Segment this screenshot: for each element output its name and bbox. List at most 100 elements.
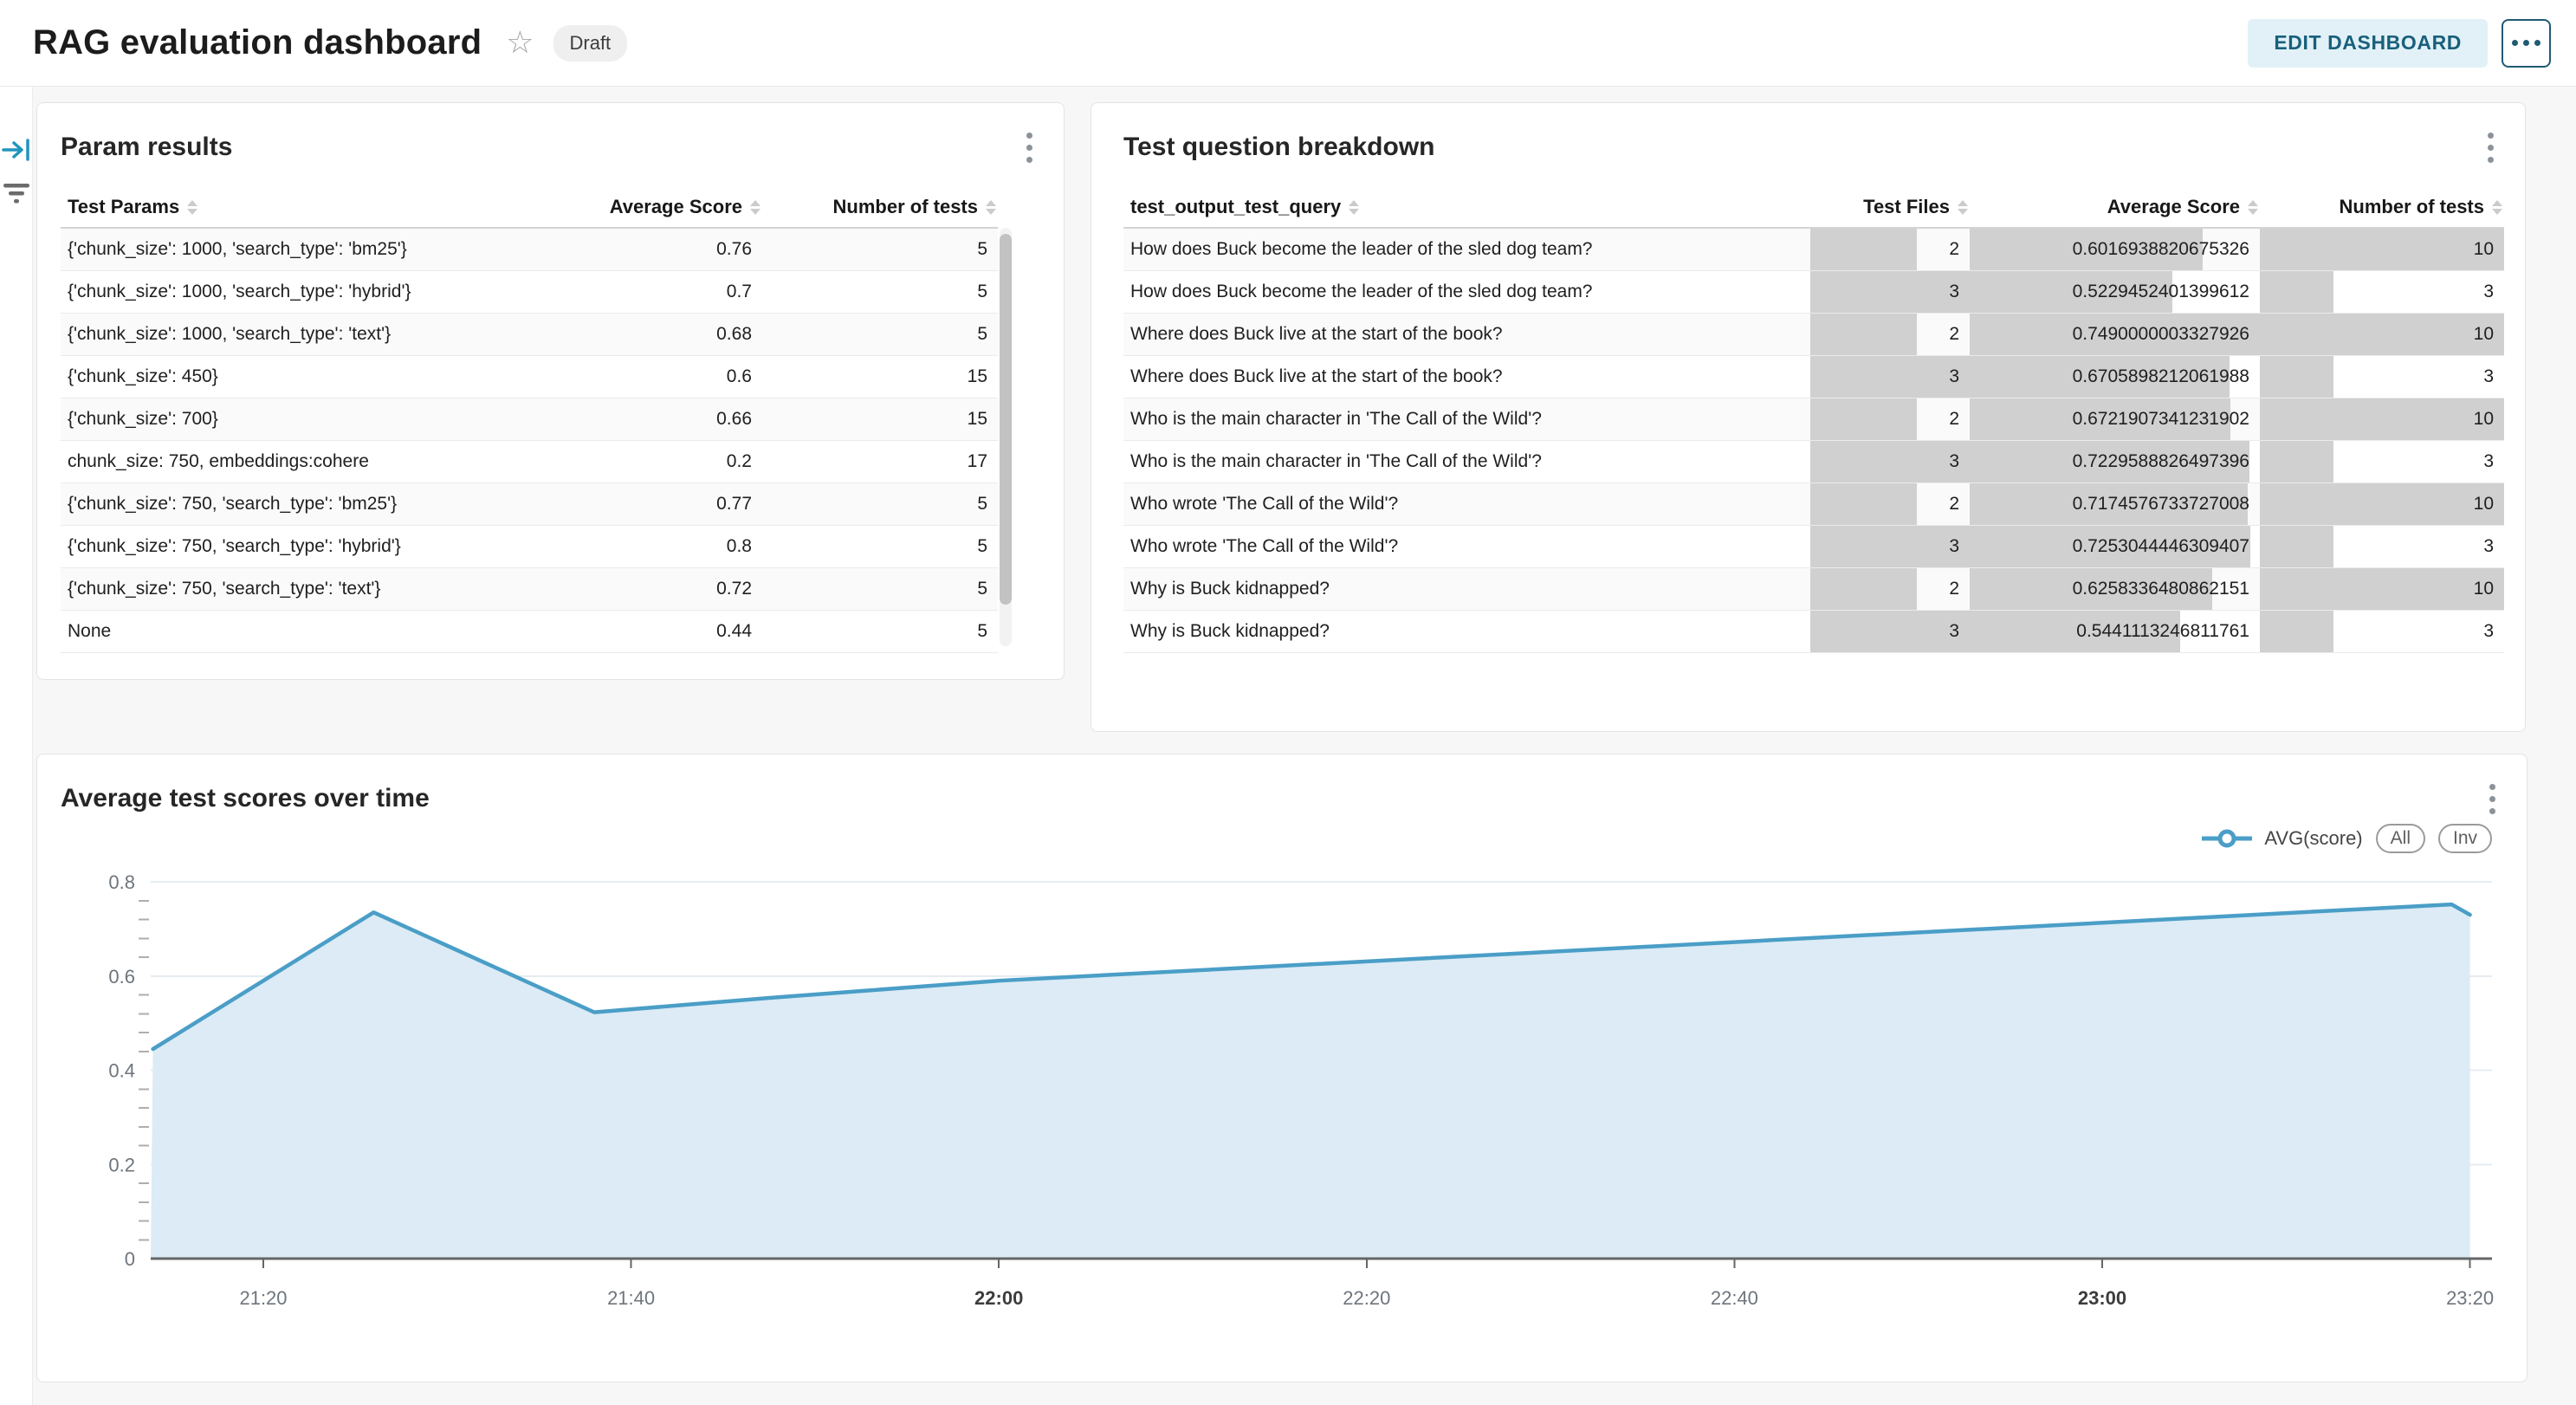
dot-icon [2534,40,2540,46]
query-cell: How does Buck become the leader of the s… [1123,228,1810,271]
param-cell: {'chunk_size': 750, 'search_type': 'hybr… [61,526,547,568]
num-tests-cell: 3 [2260,356,2504,398]
table-header-row: Test Params Average Score Number of test… [61,187,998,228]
num-tests-cell: 5 [762,271,998,314]
sort-icon [1958,200,1968,215]
avg-score-cell: 0.6016938820675326 [1970,228,2260,271]
edit-dashboard-button[interactable]: EDIT DASHBOARD [2248,19,2488,68]
col-header-average-score[interactable]: Average Score [547,187,762,228]
table-row: {'chunk_size': 1000, 'search_type': 'tex… [61,314,998,356]
avg-score-cell: 0.5441113246811761 [1970,611,2260,653]
col-header-number-of-tests[interactable]: Number of tests [2260,187,2504,228]
expand-filters-icon[interactable] [1,134,32,165]
timeseries-area-chart[interactable]: 00.20.40.60.821:2021:4022:0022:2022:4023… [37,754,2528,1383]
avg-score-cell: 0.7490000003327926 [1970,314,2260,356]
param-cell: {'chunk_size': 750, 'search_type': 'text… [61,568,547,611]
svg-text:0.2: 0.2 [108,1154,135,1175]
avg-score-cell: 0.72 [547,568,762,611]
svg-text:21:20: 21:20 [239,1287,287,1309]
test-files-cell: 3 [1810,356,1970,398]
param-cell: {'chunk_size': 450} [61,356,547,398]
table-row: Where does Buck live at the start of the… [1123,314,2504,356]
num-tests-cell: 10 [2260,483,2504,526]
test-files-cell: 2 [1810,314,1970,356]
num-tests-cell: 10 [2260,398,2504,441]
svg-text:21:40: 21:40 [607,1287,655,1309]
table-row: {'chunk_size': 1000, 'search_type': 'hyb… [61,271,998,314]
num-tests-cell: 15 [762,356,998,398]
table-row: None0.445 [61,611,998,653]
kebab-menu-icon[interactable] [1021,127,1038,168]
sort-icon [1349,200,1359,215]
num-tests-cell: 17 [762,441,998,483]
param-cell: chunk_size: 750, embeddings:cohere [61,441,547,483]
sort-icon [750,200,761,215]
scrollbar-track[interactable] [1000,228,1012,646]
num-tests-cell: 3 [2260,611,2504,653]
test-files-cell: 3 [1810,526,1970,568]
table-row: How does Buck become the leader of the s… [1123,228,2504,271]
query-cell: Who is the main character in 'The Call o… [1123,441,1810,483]
avg-score-cell: 0.7174576733727008 [1970,483,2260,526]
query-cell: Where does Buck live at the start of the… [1123,314,1810,356]
favorite-star-icon[interactable]: ☆ [506,28,534,59]
num-tests-cell: 5 [762,483,998,526]
avg-score-cell: 0.7 [547,271,762,314]
test-files-cell: 3 [1810,271,1970,314]
dot-icon [2523,40,2529,46]
col-header-test-params[interactable]: Test Params [61,187,547,228]
table-row: Why is Buck kidnapped?20.625833648086215… [1123,568,2504,611]
test-files-cell: 3 [1810,611,1970,653]
test-files-cell: 2 [1810,228,1970,271]
avg-score-cell: 0.7229588826497396 [1970,441,2260,483]
kebab-menu-icon[interactable] [2482,127,2499,168]
filter-list-icon[interactable] [1,178,32,209]
svg-text:0.4: 0.4 [108,1060,135,1082]
sort-icon [986,200,996,215]
table-row: Why is Buck kidnapped?30.544111324681176… [1123,611,2504,653]
num-tests-cell: 15 [762,398,998,441]
num-tests-cell: 3 [2260,441,2504,483]
param-cell: {'chunk_size': 1000, 'search_type': 'hyb… [61,271,547,314]
num-tests-cell: 5 [762,314,998,356]
col-header-average-score[interactable]: Average Score [1970,187,2260,228]
param-cell: {'chunk_size': 1000, 'search_type': 'bm2… [61,228,547,271]
avg-score-cell: 0.6705898212061988 [1970,356,2260,398]
table-row: {'chunk_size': 450}0.615 [61,356,998,398]
table-row: Who wrote 'The Call of the Wild'?30.7253… [1123,526,2504,568]
more-options-button[interactable] [2502,19,2551,68]
param-cell: {'chunk_size': 700} [61,398,547,441]
avg-score-cell: 0.7253044446309407 [1970,526,2260,568]
table-row: {'chunk_size': 1000, 'search_type': 'bm2… [61,228,998,271]
query-cell: Who is the main character in 'The Call o… [1123,398,1810,441]
filter-rail [0,87,33,1405]
card-title: Test question breakdown [1123,133,1435,162]
table-row: {'chunk_size': 700}0.6615 [61,398,998,441]
col-header-test-query[interactable]: test_output_test_query [1123,187,1810,228]
question-breakdown-table: test_output_test_query Test Files Averag… [1123,187,2504,653]
page-title: RAG evaluation dashboard [33,23,482,62]
avg-score-cell: 0.6258336480862151 [1970,568,2260,611]
avg-score-cell: 0.44 [547,611,762,653]
num-tests-cell: 3 [2260,271,2504,314]
scrollbar-thumb[interactable] [1000,234,1012,605]
col-header-test-files[interactable]: Test Files [1810,187,1970,228]
dashboard-header: RAG evaluation dashboard ☆ Draft EDIT DA… [0,0,2576,87]
svg-text:22:20: 22:20 [1343,1287,1390,1309]
dot-icon [2512,40,2518,46]
table-row: chunk_size: 750, embeddings:cohere0.217 [61,441,998,483]
chart-card: Average test scores over time AVG(score)… [36,754,2527,1382]
avg-score-cell: 0.76 [547,228,762,271]
status-badge: Draft [553,25,628,62]
sort-icon [2248,200,2258,215]
query-cell: How does Buck become the leader of the s… [1123,271,1810,314]
col-header-number-of-tests[interactable]: Number of tests [762,187,998,228]
svg-text:22:00: 22:00 [974,1287,1023,1309]
query-cell: Where does Buck live at the start of the… [1123,356,1810,398]
svg-text:22:40: 22:40 [1711,1287,1758,1309]
test-files-cell: 2 [1810,568,1970,611]
num-tests-cell: 10 [2260,314,2504,356]
svg-text:23:20: 23:20 [2446,1287,2494,1309]
num-tests-cell: 10 [2260,568,2504,611]
test-files-cell: 3 [1810,441,1970,483]
